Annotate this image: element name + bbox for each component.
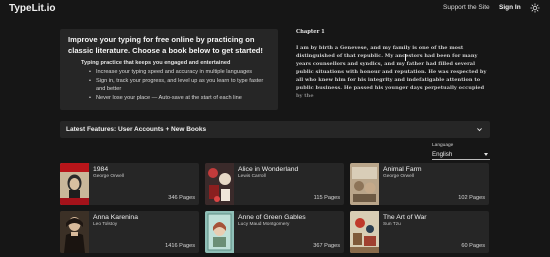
- book-card-the-art-of-war[interactable]: The Art of War Sun Tzu 60 Pages: [350, 211, 489, 253]
- book-cover-image: [60, 163, 89, 205]
- intro-headline: Improve your typing for free online by p…: [68, 35, 263, 55]
- book-page-count: 1416 Pages: [165, 243, 195, 249]
- book-card-alice-in-wonderland[interactable]: Alice in Wonderland Lewis Carroll 115 Pa…: [205, 163, 344, 205]
- brand-logo[interactable]: TypeLit.io: [9, 3, 55, 14]
- language-select[interactable]: English: [432, 149, 490, 160]
- passage-fade: [296, 87, 492, 109]
- language-value: English: [432, 151, 453, 158]
- book-title: 1984: [93, 166, 109, 173]
- feature-list-item: Sign in, track your progress, and level …: [68, 77, 270, 94]
- feature-list: Increase your typing speed and accuracy …: [68, 68, 270, 102]
- book-card-animal-farm[interactable]: Animal Farm George Orwell 102 Pages: [350, 163, 489, 205]
- book-author: George Orwell: [93, 174, 124, 179]
- book-title: The Art of War: [383, 214, 427, 221]
- latest-features-title: Latest Features: User Accounts + New Boo…: [66, 126, 207, 133]
- book-page-count: 115 Pages: [313, 195, 340, 201]
- top-navigation: TypeLit.io Support the Site Sign In: [0, 0, 550, 18]
- book-author: Leo Tolstoy: [93, 222, 118, 227]
- feature-list-item: Increase your typing speed and accuracy …: [68, 68, 270, 77]
- book-cover-image: [350, 163, 379, 205]
- book-card-1984[interactable]: 1984 George Orwell 346 Pages: [60, 163, 199, 205]
- book-title: Alice in Wonderland: [238, 166, 299, 173]
- book-card-anne-of-green-gables[interactable]: Anne of Green Gables Lucy Maud Montgomer…: [205, 211, 344, 253]
- book-page-count: 346 Pages: [168, 195, 195, 201]
- book-page-count: 60 Pages: [461, 243, 485, 249]
- book-cover-image: [350, 211, 379, 253]
- intro-panel: Improve your typing for free online by p…: [60, 29, 278, 110]
- book-cover-image: [205, 211, 234, 253]
- language-label: Language: [432, 143, 454, 148]
- book-author: Sun Tzu: [383, 222, 401, 227]
- dropdown-arrow-icon: [484, 153, 488, 156]
- book-author: Lucy Maud Montgomery: [238, 222, 290, 227]
- support-link[interactable]: Support the Site: [443, 4, 490, 11]
- book-card-anna-karenina[interactable]: Anna Karenina Leo Tolstoy 1416 Pages: [60, 211, 199, 253]
- book-author: George Orwell: [383, 174, 414, 179]
- typing-demo-passage: Chapter 1 I am by birth a Genevese, and …: [296, 29, 492, 109]
- book-title: Anna Karenina: [93, 214, 138, 221]
- chapter-heading: Chapter 1: [296, 29, 325, 35]
- sun-icon[interactable]: [530, 3, 540, 13]
- typing-caret: [405, 54, 406, 61]
- book-page-count: 102 Pages: [458, 195, 485, 201]
- book-title: Animal Farm: [383, 166, 422, 173]
- intro-subheading: Typing practice that keeps you engaged a…: [81, 60, 231, 66]
- book-cover-image: [60, 211, 89, 253]
- book-page-count: 367 Pages: [313, 243, 340, 249]
- feature-list-item: Never lose your place — Auto-save at the…: [68, 94, 270, 103]
- chevron-down-icon[interactable]: [476, 126, 483, 133]
- book-cover-image: [205, 163, 234, 205]
- book-author: Lewis Carroll: [238, 174, 266, 179]
- sign-in-link[interactable]: Sign In: [499, 4, 521, 11]
- book-title: Anne of Green Gables: [238, 214, 306, 221]
- latest-features-accordion[interactable]: Latest Features: User Accounts + New Boo…: [60, 121, 490, 138]
